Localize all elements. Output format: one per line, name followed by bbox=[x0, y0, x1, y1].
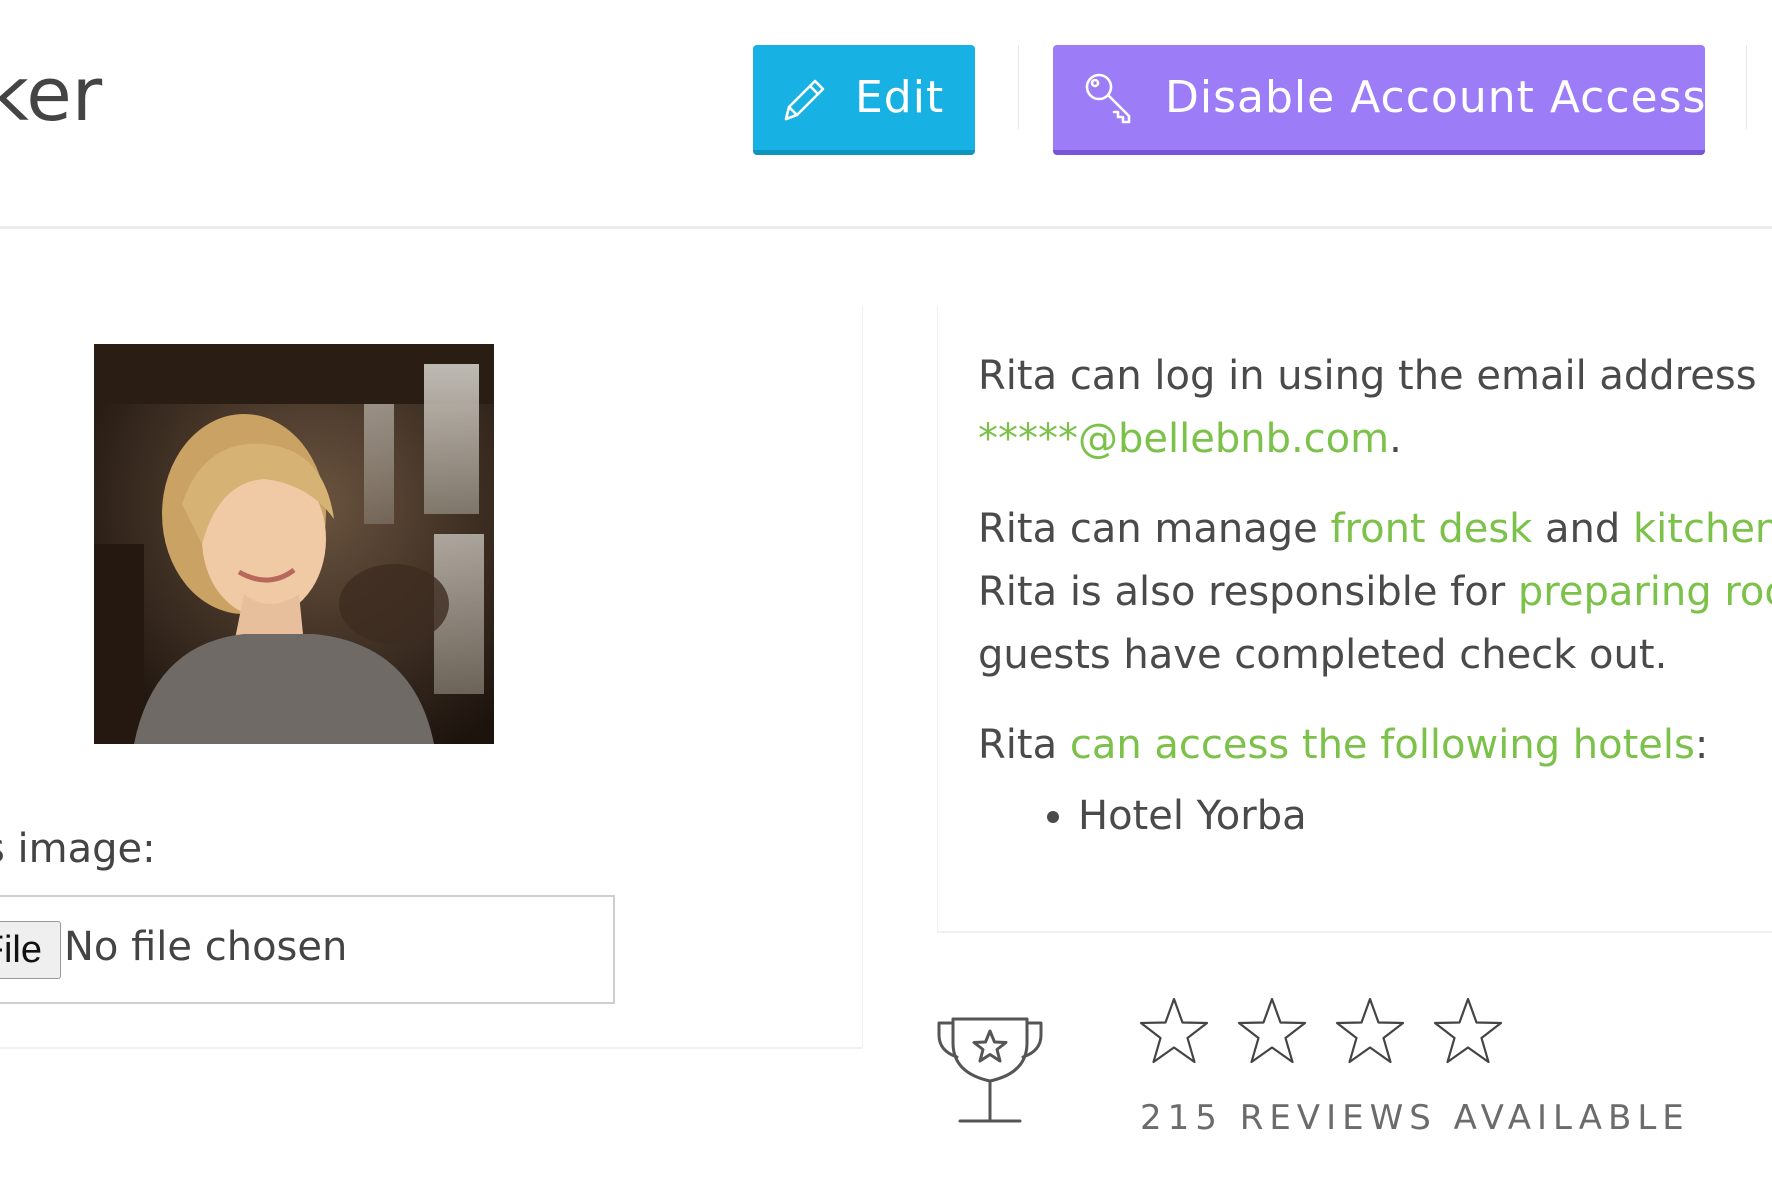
email-prefix: Rita can log in using the email address bbox=[978, 353, 1757, 399]
responsible-prefix: Rita is also responsible for bbox=[978, 569, 1518, 615]
star-icon bbox=[1237, 997, 1307, 1064]
choose-file-button[interactable]: File bbox=[0, 921, 61, 979]
star-icon bbox=[1433, 997, 1503, 1064]
file-input[interactable]: File No file chosen bbox=[0, 895, 615, 1004]
email-link[interactable]: *****@bellebnb.com bbox=[978, 416, 1389, 462]
avatar bbox=[94, 344, 494, 744]
email-suffix: . bbox=[1389, 416, 1402, 462]
hotel-item: Hotel Yorba bbox=[1078, 785, 1772, 848]
responsibility-link[interactable]: preparing roo bbox=[1518, 569, 1772, 615]
account-info: Rita can log in using the email address … bbox=[978, 345, 1772, 848]
role-link-front-desk[interactable]: front desk bbox=[1330, 506, 1532, 552]
profile-photo bbox=[94, 344, 494, 744]
roles-paragraph: Rita can manage front desk and kitchen R… bbox=[978, 498, 1772, 687]
reviews-count[interactable]: 215 REVIEWS AVAILABLE bbox=[1140, 1098, 1690, 1138]
responsible-line2: guests have completed check out. bbox=[978, 632, 1668, 678]
email-paragraph: Rita can log in using the email address … bbox=[978, 345, 1772, 471]
trophy-icon bbox=[937, 1017, 1043, 1123]
hotels-paragraph: Rita can access the following hotels: bbox=[978, 714, 1772, 777]
role-link-kitchen[interactable]: kitchen bbox=[1633, 506, 1772, 552]
disable-button-label: Disable Account Access bbox=[1165, 72, 1707, 123]
hotel-access-link[interactable]: can access the following hotels bbox=[1070, 722, 1695, 768]
toolbar-divider-right bbox=[1746, 45, 1747, 129]
star-icon bbox=[1335, 997, 1405, 1064]
page-title: ker bbox=[0, 52, 103, 138]
profile-image-label: s image: bbox=[0, 826, 156, 872]
access-suffix: : bbox=[1694, 722, 1709, 768]
key-icon bbox=[1085, 73, 1131, 123]
file-status: No file chosen bbox=[64, 924, 348, 970]
manage-prefix: Rita can manage bbox=[978, 506, 1331, 552]
pencil-icon bbox=[784, 79, 825, 120]
access-prefix: Rita bbox=[978, 722, 1070, 768]
edit-button-label: Edit bbox=[855, 72, 945, 123]
header-divider bbox=[0, 226, 1772, 229]
manage-join: and bbox=[1532, 506, 1634, 552]
edit-button[interactable]: Edit bbox=[753, 45, 975, 155]
hotel-list: Hotel Yorba bbox=[978, 785, 1772, 848]
toolbar-divider bbox=[1018, 45, 1019, 129]
star-icon bbox=[1139, 997, 1209, 1064]
rating-stars bbox=[1138, 996, 1504, 1068]
disable-account-access-button[interactable]: Disable Account Access bbox=[1053, 45, 1705, 155]
